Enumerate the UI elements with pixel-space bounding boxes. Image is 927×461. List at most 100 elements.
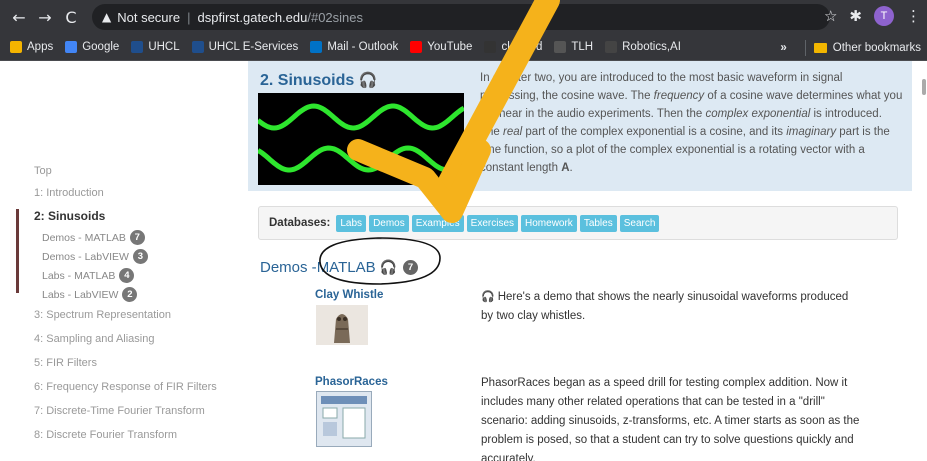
sidebar-subitem-label: Labs - MATLAB (42, 269, 116, 282)
avatar[interactable]: T (874, 6, 894, 26)
intro-strong: A (561, 162, 570, 174)
sidebar-active-indicator (16, 209, 19, 293)
sidebar-item[interactable]: 7: Discrete-Time Fourier Transform (34, 405, 205, 417)
databases-label: Databases: (269, 217, 331, 229)
intro-emphasis: complex exponential (705, 108, 811, 120)
sinusoid-curve (258, 145, 464, 173)
sidebar-item[interactable]: 8: Discrete Fourier Transform (34, 429, 177, 441)
address-bar[interactable]: ▲ Not secure | dspfirst.gatech.edu/#02si… (92, 4, 830, 30)
other-bookmarks-label[interactable]: Other bookmarks (833, 42, 921, 54)
back-icon[interactable]: ← (6, 8, 32, 27)
database-button[interactable]: Examples (411, 214, 464, 232)
database-button[interactable]: Exercises (466, 214, 519, 232)
intro-emphasis: real (503, 126, 523, 138)
bookmark-item[interactable]: UHCL E-Services (191, 41, 299, 53)
bookmark-item[interactable]: Mail - Outlook (310, 41, 398, 53)
demo-desc-phasorraces: PhasorRaces began as a speed drill for t… (481, 377, 860, 461)
database-button[interactable]: Demos (369, 214, 409, 232)
scrollbar-thumb[interactable] (922, 79, 926, 95)
database-button[interactable]: Tables (579, 214, 617, 232)
tlh-icon (554, 41, 567, 53)
toolbar-actions: ☆ ✱ T ⋮ (824, 6, 921, 26)
count-badge: 3 (132, 249, 148, 264)
database-button[interactable]: Labs (336, 214, 367, 232)
demo-title-clay-whistle[interactable]: Clay Whistle (315, 289, 383, 301)
sidebar-item[interactable]: 5: FIR Filters (34, 357, 97, 369)
chapter-hero: 2. Sinusoids 🎧 In chapter two, you are i… (248, 61, 926, 191)
sidebar-subitem-label: Labs - LabVIEW (42, 288, 119, 301)
count-badge: 7 (129, 230, 145, 245)
count-badge: 2 (122, 287, 138, 302)
sidebar-subitem[interactable]: Labs - MATLAB 4 (42, 268, 135, 283)
chapter-title-text: 2. Sinusoids (260, 72, 355, 89)
intro-text: part of the complex exponential is a cos… (522, 126, 787, 138)
databases-bar: Databases: Labs Demos Examples Exercises Hom… (258, 206, 898, 240)
folder-icon (813, 42, 827, 53)
outlook-icon (310, 41, 323, 53)
sidebar-subitem-label: Demos - MATLAB (42, 231, 126, 244)
bookmark-label: Apps (27, 41, 54, 53)
youtube-icon (410, 41, 423, 53)
bookmark-item[interactable]: ckboard (484, 41, 542, 53)
url-host: dspfirst.gatech.edu (197, 9, 308, 25)
chapter-title: 2. Sinusoids 🎧 (260, 71, 377, 90)
bookmark-item[interactable]: Apps (10, 41, 53, 53)
bookmark-item[interactable]: TLH (554, 41, 593, 53)
sinusoid-graphic (258, 93, 464, 185)
intro-emphasis: frequency (653, 90, 705, 102)
security-label: Not secure (117, 9, 181, 25)
sidebar-item[interactable]: 1: Introduction (34, 187, 104, 199)
forward-icon[interactable]: → (32, 8, 58, 27)
more-bookmarks-button[interactable]: » (780, 42, 786, 54)
bookmark-item[interactable]: Google (65, 41, 119, 53)
bookmark-item[interactable]: YouTube (410, 41, 472, 53)
phasorraces-thumbnail[interactable] (316, 391, 372, 447)
bookmark-label: UHCL E-Services (208, 41, 299, 53)
sidebar-subitem[interactable]: Labs - LabVIEW 2 (42, 287, 138, 302)
sidebar-item[interactable]: Top (34, 165, 52, 177)
intro-text: . (569, 162, 573, 174)
apps-grid-icon (10, 41, 22, 53)
sidebar-subitem[interactable]: Demos - LabVIEW 3 (42, 249, 148, 264)
database-button[interactable]: Homework (521, 214, 577, 232)
demos-heading-prefix: Demos - (260, 259, 317, 276)
bookmark-label: TLH (571, 41, 594, 53)
demos-count-badge: 7 (403, 260, 419, 275)
sidebar-subitem[interactable]: Demos - MATLAB 7 (42, 230, 145, 245)
bookmark-item[interactable]: Robotics,AI (605, 41, 681, 53)
uhcl-icon (131, 41, 144, 53)
intro-emphasis: imaginary (786, 126, 837, 138)
google-icon (65, 41, 78, 53)
sidebar-item[interactable]: 6: Frequency Response of FIR Filters (34, 381, 217, 393)
database-button[interactable]: Search (619, 214, 660, 232)
browser-toolbar: ← → C ▲ Not secure | dspfirst.gatech.edu… (0, 0, 927, 34)
sidebar-item[interactable]: 3: Spectrum Representation (34, 309, 171, 321)
bookmark-label: Google (82, 41, 120, 53)
uhcl-icon (191, 41, 204, 53)
bookmarks-bar: Apps Google UHCL UHCL E-Services Mail - Outl… (0, 34, 927, 61)
bookmark-label: Robotics,AI (622, 41, 681, 53)
headphone-icon[interactable]: 🎧 (380, 260, 397, 276)
bookmarks-right: » Other bookmarks (780, 34, 927, 61)
bookmark-label: YouTube (427, 41, 473, 53)
sidebar-item[interactable]: 2: Sinusoids (34, 209, 105, 223)
menu-icon[interactable]: ⋮ (906, 7, 921, 25)
bookmark-divider (804, 39, 806, 56)
robotics-icon (605, 41, 618, 53)
extensions-icon[interactable]: ✱ (849, 7, 862, 25)
demo-desc-text: Here's a demo that shows the nearly sinu… (481, 291, 849, 322)
reload-icon[interactable]: C (58, 8, 84, 27)
url-path: /#02sines (307, 9, 364, 25)
demo-title-phasorraces[interactable]: PhasorRaces (315, 376, 388, 388)
url-separator: | (187, 9, 191, 25)
demos-heading-matlab[interactable]: MATLAB (317, 259, 376, 276)
warning-icon[interactable]: ▲ (102, 10, 111, 24)
sidebar-subitem-label: Demos - LabVIEW (42, 250, 129, 263)
clay-whistle-thumbnail[interactable] (316, 305, 368, 345)
star-icon[interactable]: ☆ (824, 7, 837, 25)
sidebar-item[interactable]: 4: Sampling and Aliasing (34, 333, 154, 345)
headphone-icon[interactable]: 🎧 (359, 72, 378, 89)
headphone-icon[interactable]: 🎧 (481, 290, 495, 303)
bookmark-label: UHCL (148, 41, 180, 53)
bookmark-item[interactable]: UHCL (131, 41, 180, 53)
